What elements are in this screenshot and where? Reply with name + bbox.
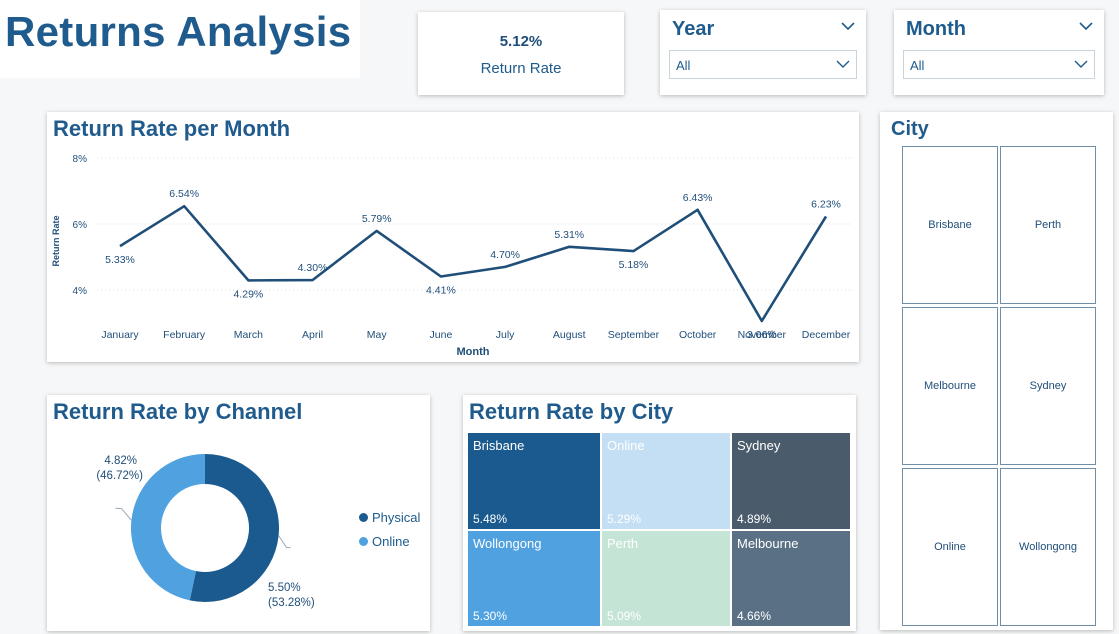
leader-line (115, 507, 132, 521)
legend-label: Online (372, 534, 410, 549)
treemap-tile-online[interactable]: Online 5.29% (601, 432, 731, 530)
treemap-tile-label: Sydney (737, 438, 781, 453)
chevron-down-icon (836, 60, 850, 68)
y-tick-label: 6% (73, 220, 88, 231)
data-label: 4.29% (233, 288, 263, 300)
city-option-wollongong[interactable]: Wollongong (1000, 468, 1096, 626)
data-label-share: (53.28%) (268, 597, 315, 609)
x-tick-label: August (553, 329, 586, 341)
data-label: 6.54% (169, 188, 199, 200)
treemap-tile-value: 5.30% (473, 609, 508, 623)
kpi-label: Return Rate (480, 60, 562, 77)
x-tick-label: January (101, 329, 139, 341)
legend-label: Physical (372, 510, 421, 525)
city-option-melbourne[interactable]: Melbourne (902, 307, 998, 465)
legend-marker (359, 513, 368, 522)
treemap-tile-value: 4.89% (737, 512, 772, 526)
line-series-return-rate (119, 204, 828, 323)
x-tick-label: September (608, 329, 660, 341)
data-label: 5.79% (362, 213, 392, 225)
treemap-tile-label: Online (607, 438, 645, 453)
city-slicer-title: City (891, 118, 929, 140)
treemap-tile-label: Melbourne (737, 536, 799, 551)
treemap-tile-sydney[interactable]: Sydney 4.89% (731, 432, 851, 530)
city-option-online[interactable]: Online (902, 468, 998, 626)
data-label: 4.30% (298, 262, 328, 274)
data-label: 4.41% (426, 284, 456, 296)
return-rate-by-city-chart: Return Rate by City Brisbane 5.48% Online 5… (463, 395, 856, 631)
x-tick-label: March (234, 329, 263, 341)
city-slicer: City Brisbane Perth Melbourne Sydney Online W… (880, 112, 1113, 630)
x-tick-label: October (679, 329, 717, 341)
data-label: 4.70% (490, 249, 520, 261)
treemap-tile-value: 5.48% (473, 512, 508, 526)
treemap-tile-melbourne[interactable]: Melbourne 4.66% (731, 530, 851, 627)
treemap-tile-value: 5.09% (607, 609, 642, 623)
y-tick-label: 8% (73, 154, 88, 165)
treemap-tile-wollongong[interactable]: Wollongong 5.30% (467, 530, 601, 627)
return-rate-kpi-card: 5.12% Return Rate (418, 12, 624, 95)
data-label: 6.43% (683, 192, 713, 204)
kpi-value: 5.12% (499, 33, 543, 50)
return-rate-by-channel-chart: Return Rate by Channel 5.50% (53.28%) 4.82… (47, 395, 430, 631)
x-tick-label: May (367, 329, 388, 341)
data-label-share: (46.72%) (96, 470, 143, 482)
year-slicer-title: Year (672, 18, 715, 40)
chevron-up-icon[interactable] (840, 20, 856, 32)
legend-item-online[interactable]: Online (359, 534, 410, 549)
data-label: 6.23% (811, 198, 841, 210)
legend-marker (359, 537, 368, 546)
treemap-tile-perth[interactable]: Perth 5.09% (601, 530, 731, 627)
legend-item-physical[interactable]: Physical (359, 510, 420, 525)
treemap-tile-value: 5.29% (607, 512, 642, 526)
data-label: 3.06% (747, 329, 777, 341)
x-tick-label: December (802, 329, 851, 341)
treemap-tile-label: Wollongong (473, 536, 542, 551)
treemap-tile-value: 4.66% (737, 609, 772, 623)
month-slicer-title: Month (906, 18, 966, 40)
city-option-perth[interactable]: Perth (1000, 146, 1096, 304)
chevron-up-icon[interactable] (1078, 20, 1094, 32)
data-label: 5.31% (554, 229, 584, 241)
line-chart-svg: 4% 6% 8% January February March April May June J… (51, 154, 852, 358)
year-dropdown[interactable]: All (669, 50, 857, 79)
x-tick-label: July (496, 329, 515, 341)
data-label: 5.50% (268, 582, 301, 594)
treemap-tile-label: Perth (607, 536, 639, 551)
return-rate-per-month-chart: Return Rate per Month 4% 6% 8% January Febr… (47, 112, 859, 362)
city-option-brisbane[interactable]: Brisbane (902, 146, 998, 304)
treemap-tile-brisbane[interactable]: Brisbane 5.48% (467, 432, 601, 530)
month-slicer: Month All (894, 10, 1104, 95)
data-label: 4.82% (104, 455, 137, 467)
data-label: 5.33% (105, 254, 135, 266)
treemap-title: Return Rate by City (469, 399, 674, 424)
city-option-sydney[interactable]: Sydney (1000, 307, 1096, 465)
year-selected-value: All (676, 58, 691, 73)
year-slicer: Year All (660, 10, 866, 95)
treemap-tile-label: Brisbane (473, 438, 525, 453)
leader-line (278, 535, 291, 549)
x-tick-label: June (430, 329, 453, 341)
treemap: Brisbane 5.48% Online 5.29% Sydney 4.89% Wollo… (467, 432, 852, 627)
y-tick-label: 4% (73, 286, 88, 297)
x-axis-label: Month (457, 346, 490, 358)
chevron-down-icon (1074, 60, 1088, 68)
data-label: 5.18% (619, 259, 649, 271)
title-area: Returns Analysis (0, 0, 360, 78)
x-tick-label: February (163, 329, 206, 341)
month-dropdown[interactable]: All (903, 50, 1095, 79)
x-tick-label: April (302, 329, 323, 341)
y-axis-label: Return Rate (51, 215, 61, 266)
month-selected-value: All (910, 58, 925, 73)
page-title: Returns Analysis (5, 8, 352, 55)
